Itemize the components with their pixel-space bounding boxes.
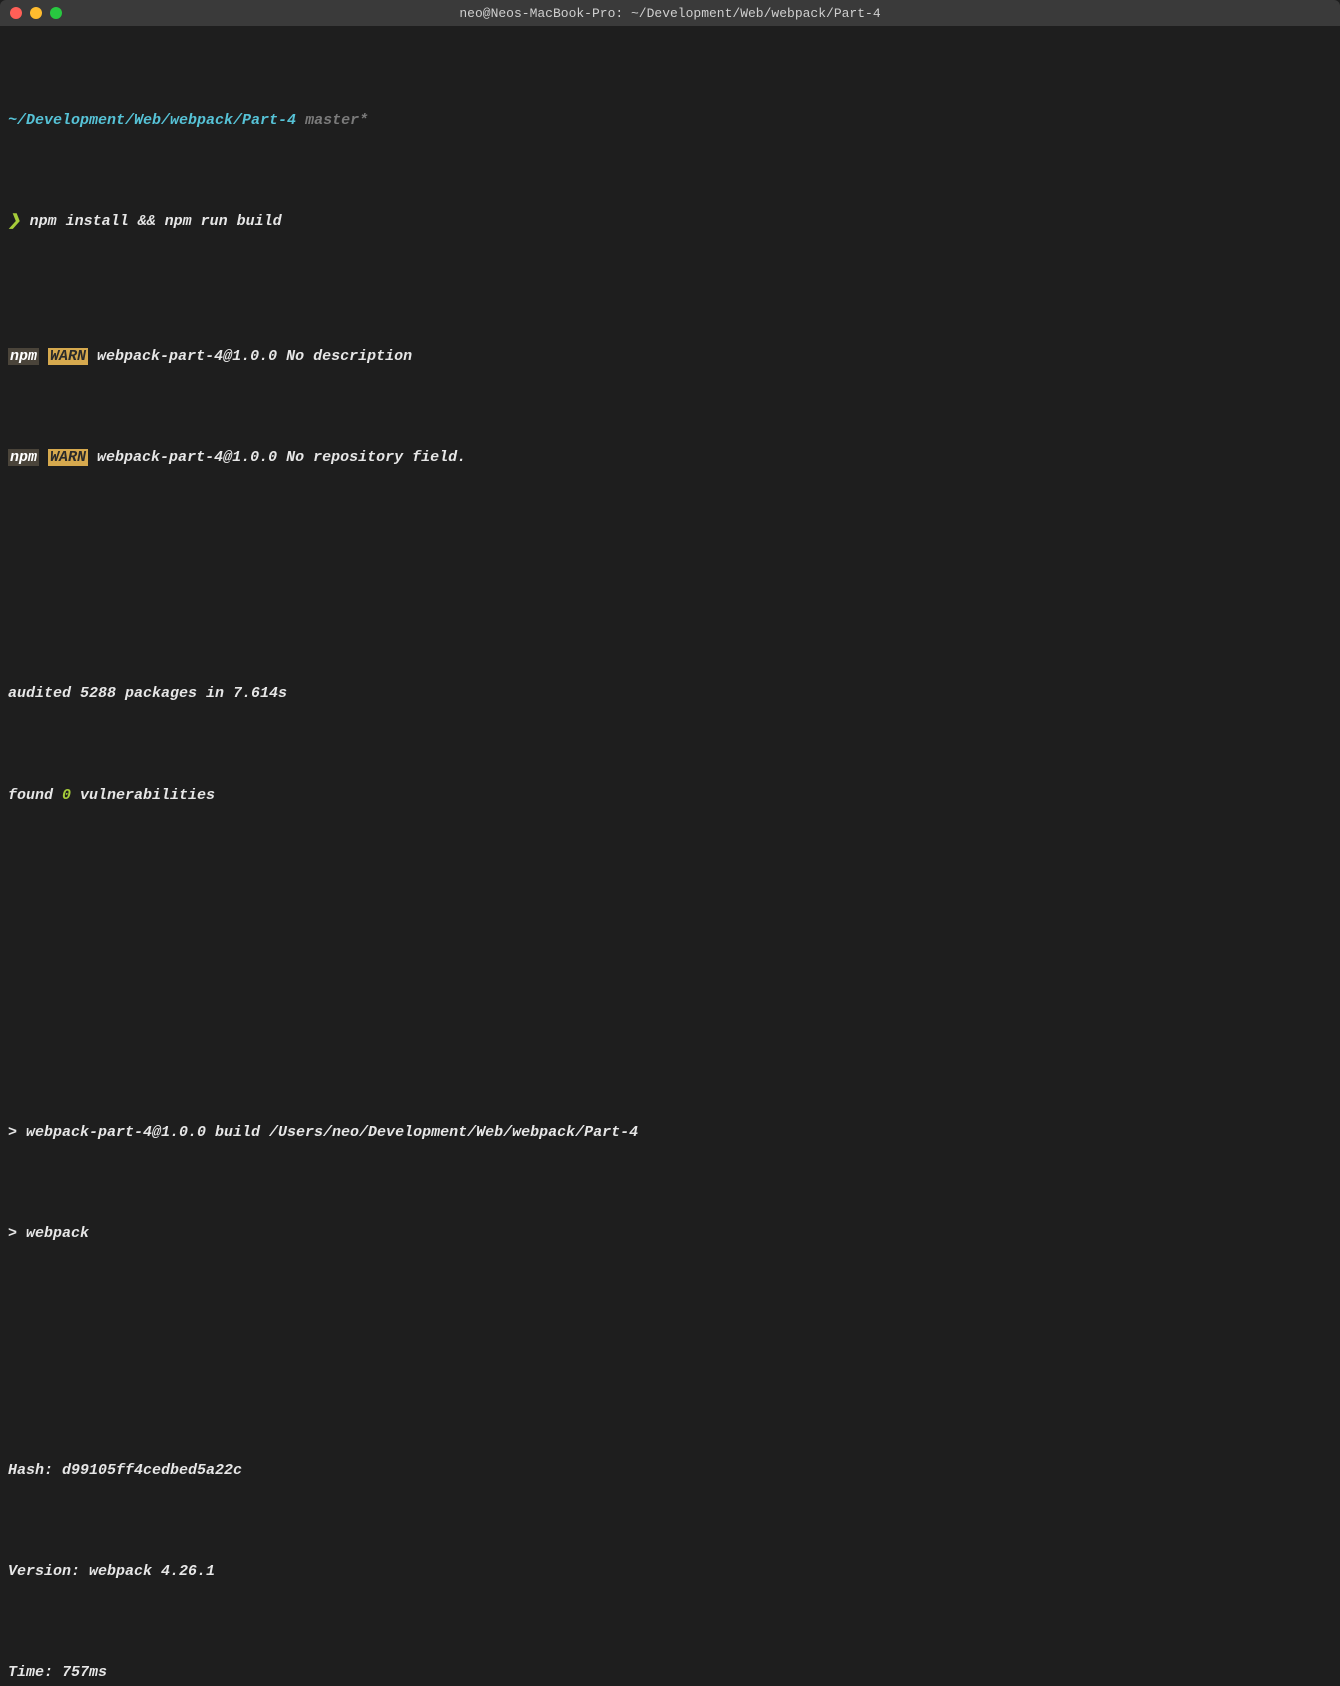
blank-line [8, 914, 1332, 948]
prompt-cwd-line: ~/Development/Web/webpack/Part-4 master* [8, 104, 1332, 138]
minimize-icon[interactable] [30, 7, 42, 19]
blank-line [8, 576, 1332, 610]
window-title: neo@Neos-MacBook-Pro: ~/Development/Web/… [0, 6, 1340, 21]
npm-badge: npm [8, 449, 39, 466]
terminal-output[interactable]: ~/Development/Web/webpack/Part-4 master*… [0, 26, 1340, 1686]
maximize-icon[interactable] [50, 7, 62, 19]
npm-warn-line: npm WARN webpack-part-4@1.0.0 No descrip… [8, 340, 1332, 374]
audit-summary: audited 5288 packages in 7.614s [8, 677, 1332, 711]
npm-script-header: > webpack-part-4@1.0.0 build /Users/neo/… [8, 1116, 1332, 1150]
close-icon[interactable] [10, 7, 22, 19]
npm-badge: npm [8, 348, 39, 365]
blank-line [8, 1015, 1332, 1049]
window-titlebar: neo@Neos-MacBook-Pro: ~/Development/Web/… [0, 0, 1340, 26]
vuln-count: 0 [62, 787, 71, 804]
found-prefix: found [8, 787, 62, 804]
traffic-lights [10, 7, 62, 19]
git-branch: master* [305, 112, 368, 129]
audit-vulns: found 0 vulnerabilities [8, 779, 1332, 813]
blank-line [8, 1352, 1332, 1386]
found-suffix: vulnerabilities [71, 787, 215, 804]
warn-badge: WARN [48, 449, 88, 466]
npm-script-cmd: > webpack [8, 1217, 1332, 1251]
cwd-text: ~/Development/Web/webpack/Part-4 [8, 112, 296, 129]
prompt-symbol: ❯ [8, 213, 21, 230]
warn-msg: webpack-part-4@1.0.0 No repository field… [88, 449, 466, 466]
webpack-time: Time: 757ms [8, 1656, 1332, 1686]
npm-warn-line: npm WARN webpack-part-4@1.0.0 No reposit… [8, 441, 1332, 475]
command-text: npm install && npm run build [30, 213, 282, 230]
webpack-version: Version: webpack 4.26.1 [8, 1555, 1332, 1589]
warn-msg: webpack-part-4@1.0.0 No description [88, 348, 412, 365]
webpack-hash: Hash: d99105ff4cedbed5a22c [8, 1454, 1332, 1488]
warn-badge: WARN [48, 348, 88, 365]
prompt-command-line: ❯ npm install && npm run build [8, 205, 1332, 239]
